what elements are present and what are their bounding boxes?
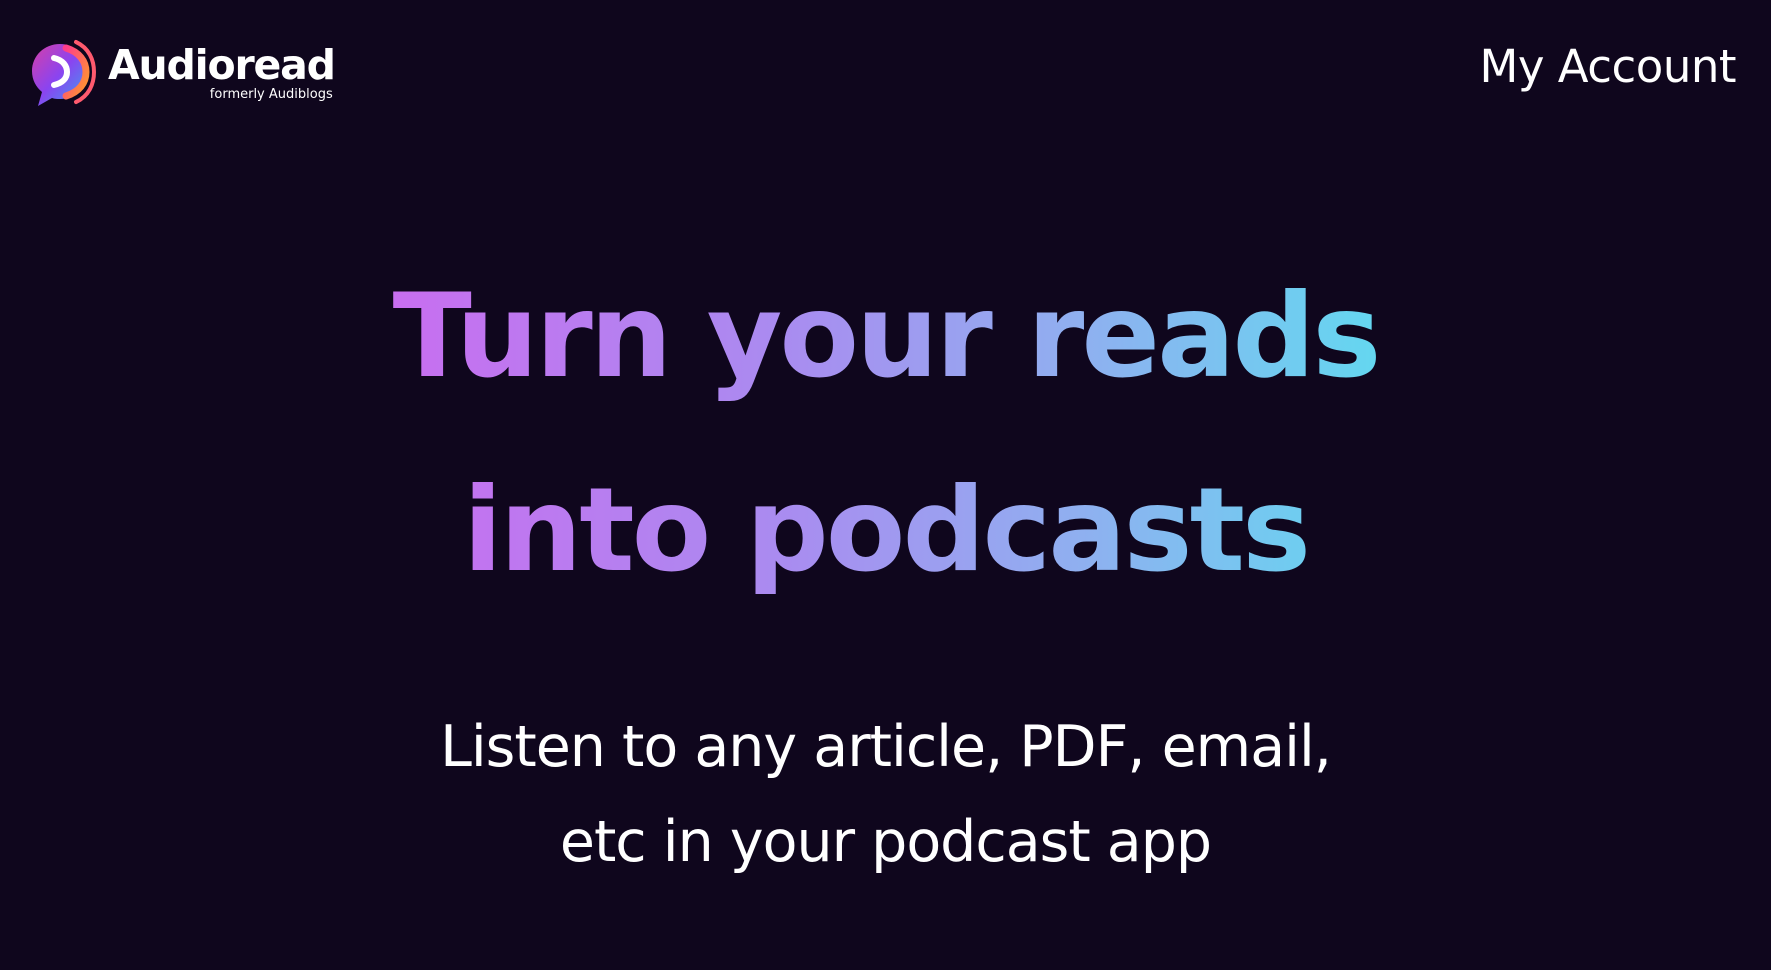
my-account-link[interactable]: My Account [1480, 40, 1737, 94]
hero-subheading-line-1: Listen to any article, PDF, email, [440, 714, 1332, 780]
brand-text: Audioread formerly Audiblogs [108, 38, 336, 103]
site-header: Audioread formerly Audiblogs My Account [0, 0, 1771, 150]
brand-subtitle: formerly Audiblogs [209, 87, 333, 103]
speech-bubble-sound-icon [32, 40, 96, 106]
hero-section: Turn your reads into podcasts [0, 240, 1771, 628]
hero-headline: Turn your reads into podcasts [393, 240, 1382, 628]
hero-subheading: Listen to any article, PDF, email, etc i… [0, 700, 1771, 890]
brand-name: Audioread [108, 41, 336, 89]
hero-headline-line-2: into podcasts [393, 434, 1379, 628]
brand-logo-link[interactable]: Audioread formerly Audiblogs [26, 38, 336, 110]
hero-subheading-line-2: etc in your podcast app [559, 809, 1212, 875]
hero-headline-line-1: Turn your reads [393, 240, 1382, 434]
